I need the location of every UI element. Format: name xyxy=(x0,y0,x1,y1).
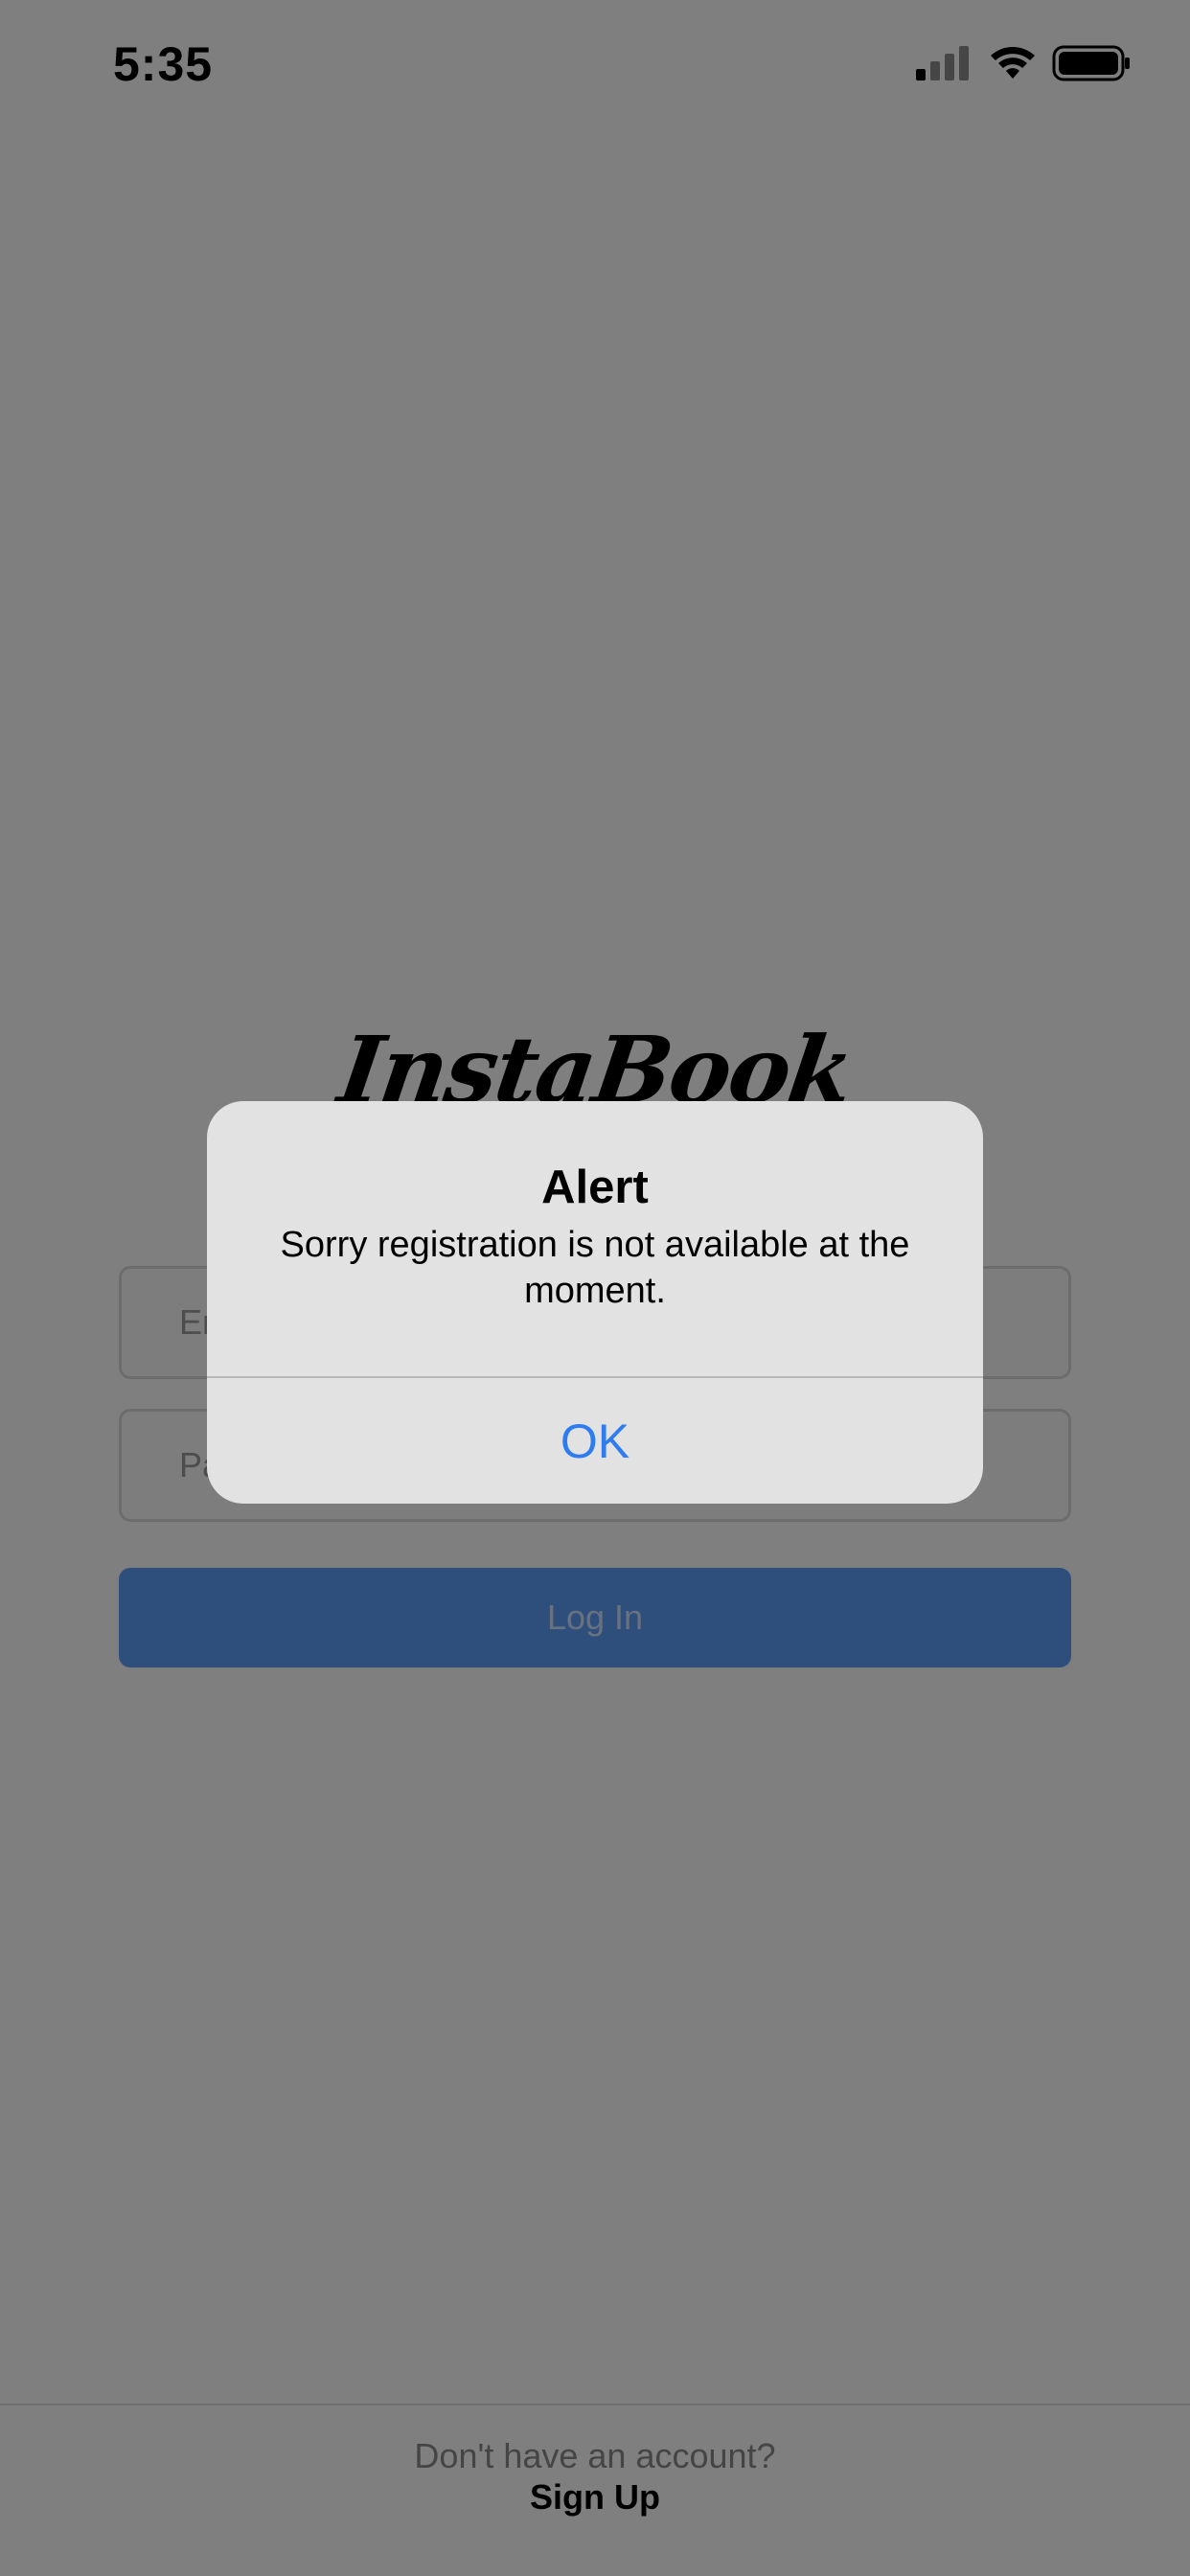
alert-dialog: Alert Sorry registration is not availabl… xyxy=(207,1101,983,1504)
alert-ok-button[interactable]: OK xyxy=(207,1378,983,1504)
alert-message: Sorry registration is not available at t… xyxy=(280,1225,910,1311)
alert-title: Alert xyxy=(541,1162,649,1213)
